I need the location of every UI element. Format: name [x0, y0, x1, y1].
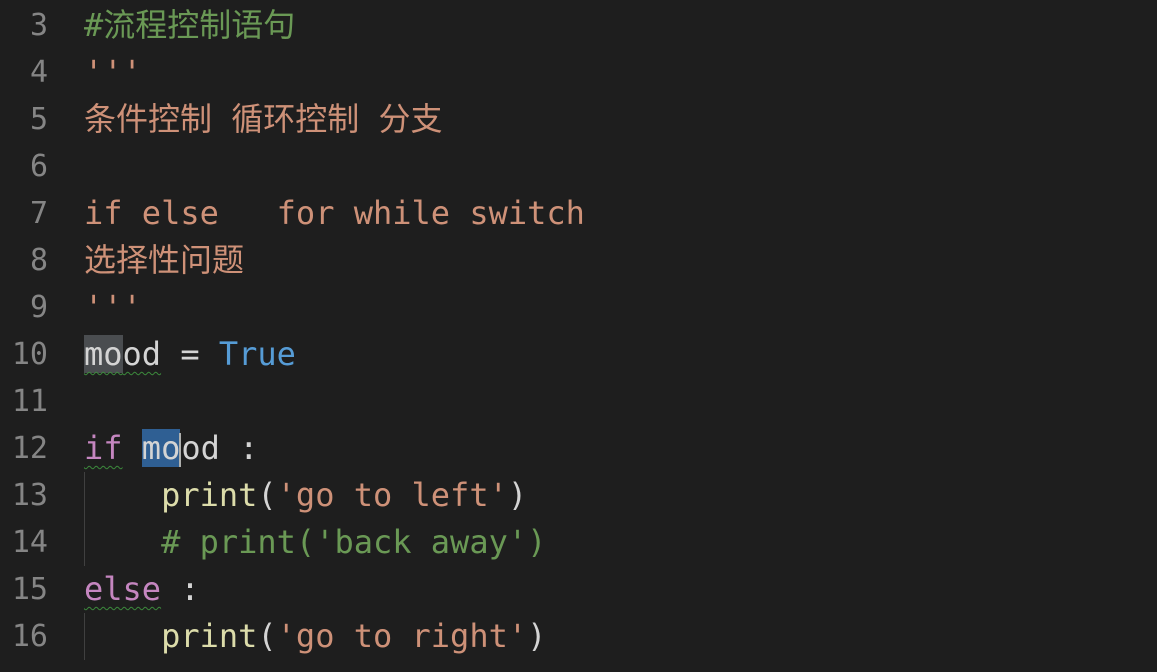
token-var: mo	[141, 429, 181, 467]
token-punc	[123, 429, 142, 467]
line-number: 14	[11, 525, 48, 560]
code-editor[interactable]: 3 #流程控制语句 4 ''' 5 条件控制 循环控制 分支 6 7 if else for w…	[0, 2, 1157, 660]
line-number: 11	[11, 384, 48, 419]
line-number: 9	[29, 290, 48, 325]
code-text[interactable]: 条件控制 循环控制 分支	[84, 96, 443, 143]
token-punc	[84, 523, 161, 561]
token-string: 'go to right'	[276, 617, 528, 655]
line-number: 15	[11, 572, 48, 607]
code-text[interactable]: print('go to left')	[84, 472, 527, 519]
token-var: od	[181, 429, 220, 467]
token-var: od	[122, 335, 162, 373]
code-line[interactable]: 11	[0, 378, 1157, 425]
token-comment: # print('back away')	[161, 523, 547, 561]
code-text[interactable]: #流程控制语句	[84, 2, 295, 49]
token-punc: (	[257, 476, 277, 514]
line-number: 7	[29, 196, 48, 231]
token-const: True	[218, 335, 296, 373]
code-text[interactable]: # print('back away')	[84, 519, 546, 566]
token-punc: )	[507, 476, 528, 514]
code-line[interactable]: 15 else :	[0, 566, 1157, 613]
token-punc: (	[257, 617, 277, 655]
code-line[interactable]: 3 #流程控制语句	[0, 2, 1157, 49]
code-line[interactable]: 16 print('go to right')	[0, 613, 1157, 660]
line-number: 5	[29, 102, 48, 137]
token-keyword: if	[84, 429, 123, 467]
token-punc: )	[527, 617, 547, 655]
line-number: 3	[29, 8, 48, 43]
token-func: print	[161, 617, 258, 655]
token-punc: :	[219, 429, 259, 467]
token-punc	[84, 476, 161, 514]
code-line[interactable]: 4 '''	[0, 49, 1157, 96]
line-number: 6	[29, 149, 48, 184]
code-text[interactable]: print('go to right')	[84, 613, 546, 660]
code-text[interactable]: 选择性问题	[84, 237, 244, 284]
token-string: '''	[84, 53, 142, 91]
code-line[interactable]: 12 if mood :	[0, 425, 1157, 472]
code-line[interactable]: 5 条件控制 循环控制 分支	[0, 96, 1157, 143]
token-var: mo	[84, 335, 123, 373]
code-text[interactable]: if mood :	[84, 425, 258, 475]
token-punc: =	[161, 335, 219, 373]
token-string: if else for while switch	[84, 194, 585, 232]
code-line[interactable]: 13 print('go to left')	[0, 472, 1157, 519]
line-number: 13	[11, 478, 48, 513]
code-text[interactable]: '''	[84, 284, 142, 331]
code-line[interactable]: 10 mood = True	[0, 331, 1157, 378]
line-number: 16	[11, 619, 48, 654]
token-punc: :	[161, 570, 200, 608]
code-line[interactable]: 9 '''	[0, 284, 1157, 331]
line-number: 4	[29, 55, 48, 90]
token-punc	[84, 617, 161, 655]
code-text[interactable]: mood = True	[84, 331, 296, 378]
code-line[interactable]: 8 选择性问题	[0, 237, 1157, 284]
code-line[interactable]: 6	[0, 143, 1157, 190]
token-string: 条件控制 循环控制 分支	[84, 100, 443, 138]
line-number: 10	[11, 337, 48, 372]
token-func: print	[161, 476, 258, 514]
code-line[interactable]: 14 # print('back away')	[0, 519, 1157, 566]
line-number: 12	[11, 431, 48, 466]
token-string: 'go to left'	[276, 476, 508, 514]
token-keyword: else	[84, 570, 162, 608]
token-comment: #流程控制语句	[84, 6, 296, 44]
token-string: '''	[84, 288, 142, 326]
token-string: 选择性问题	[84, 241, 245, 279]
code-line[interactable]: 7 if else for while switch	[0, 190, 1157, 237]
line-number: 8	[29, 243, 48, 278]
code-text[interactable]: else :	[84, 566, 200, 613]
code-text[interactable]: if else for while switch	[84, 190, 585, 237]
code-text[interactable]: '''	[84, 49, 142, 96]
